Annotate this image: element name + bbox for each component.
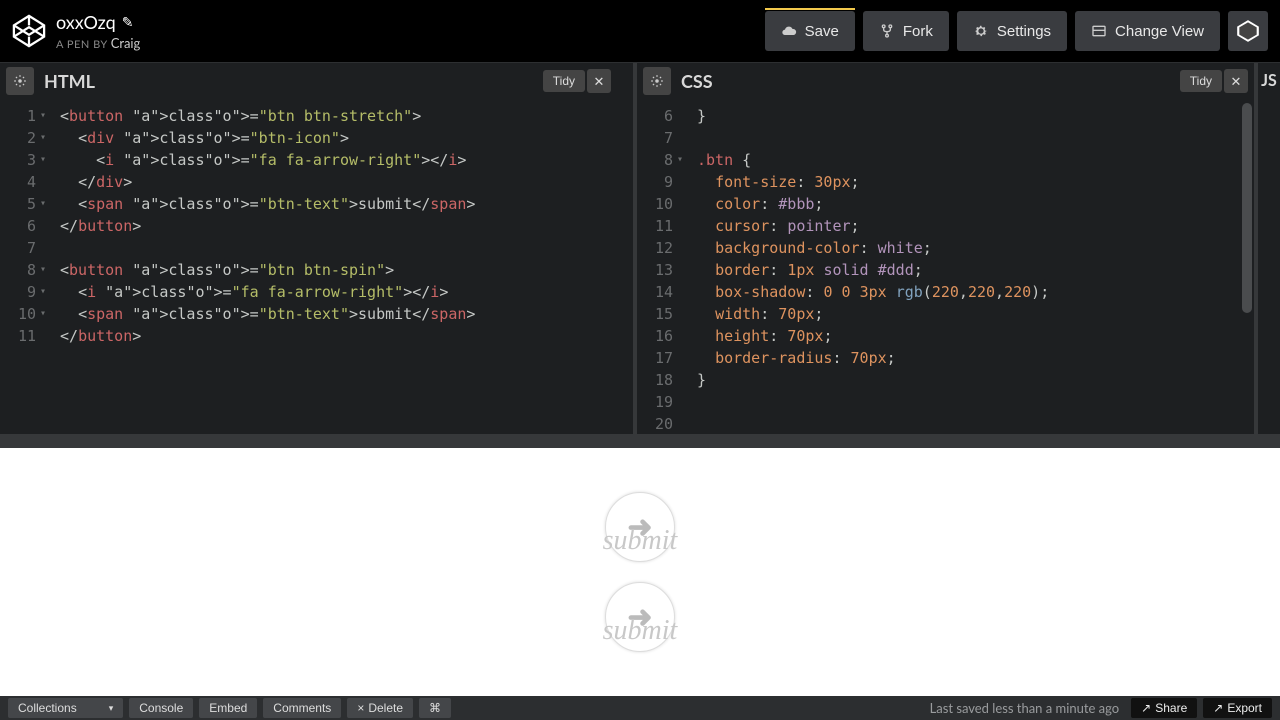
preview-button-label: submit xyxy=(603,525,678,557)
save-label: Save xyxy=(805,23,839,40)
preview-pane: ➜ submit ➜ submit xyxy=(0,448,1280,696)
settings-label: Settings xyxy=(997,23,1051,40)
pen-author[interactable]: Craig xyxy=(111,35,141,51)
css-scrollbar[interactable] xyxy=(1242,103,1252,428)
chevron-down-icon: ▾ xyxy=(109,703,114,714)
shortcuts-button[interactable]: ⌘ xyxy=(419,698,451,718)
css-pane-header: CSS Tidy ✕ xyxy=(637,63,1254,99)
css-pane-title: CSS xyxy=(681,70,713,92)
collections-label: Collections xyxy=(18,701,77,715)
preview-button-stretch[interactable]: ➜ submit xyxy=(605,492,675,562)
layout-icon xyxy=(1091,23,1107,39)
embed-button[interactable]: Embed xyxy=(199,698,257,718)
preview-button-spin[interactable]: ➜ submit xyxy=(605,582,675,652)
pen-byline: A PEN BY Craig xyxy=(56,35,140,51)
html-gutter: 1234567891011 xyxy=(0,99,42,434)
cloud-icon xyxy=(781,23,797,39)
css-close-button[interactable]: ✕ xyxy=(1224,69,1248,93)
change-view-button[interactable]: Change View xyxy=(1075,11,1220,51)
profile-avatar[interactable] xyxy=(1228,11,1268,51)
fork-button[interactable]: Fork xyxy=(863,11,949,51)
save-status: Last saved less than a minute ago xyxy=(930,700,1120,716)
pen-title: oxxOzq xyxy=(56,11,116,33)
share-label: Share xyxy=(1155,701,1187,715)
css-gutter: 67891011121314151617181920 xyxy=(637,99,679,434)
delete-label: Delete xyxy=(368,701,403,715)
console-button[interactable]: Console xyxy=(129,698,193,718)
editor-row: HTML Tidy ✕ 1234567891011 <button "a">cl… xyxy=(0,62,1280,434)
change-view-label: Change View xyxy=(1115,23,1204,40)
collections-button[interactable]: Collections ▾ xyxy=(8,698,123,718)
html-pane: HTML Tidy ✕ 1234567891011 <button "a">cl… xyxy=(0,63,617,434)
css-settings-button[interactable] xyxy=(643,67,671,95)
codepen-logo[interactable] xyxy=(12,14,46,48)
html-tidy-button[interactable]: Tidy xyxy=(543,70,585,92)
preview-button-label: submit xyxy=(603,615,678,647)
html-code-lines[interactable]: <button "a">class"o">="btn btn-stretch">… xyxy=(42,99,617,434)
html-editor[interactable]: 1234567891011 <button "a">class"o">="btn… xyxy=(0,99,617,434)
vertical-resize-handle[interactable] xyxy=(0,434,1280,448)
js-pane-collapsed[interactable]: JS xyxy=(1254,63,1280,434)
edit-title-icon[interactable]: ✎ xyxy=(122,13,134,31)
fork-icon xyxy=(879,23,895,39)
export-label: Export xyxy=(1227,701,1262,715)
html-pane-header: HTML Tidy ✕ xyxy=(0,63,617,99)
css-editor[interactable]: 67891011121314151617181920 } .btn { font… xyxy=(637,99,1254,434)
js-pane-title: JS xyxy=(1261,71,1277,90)
delete-button[interactable]: × Delete xyxy=(347,698,413,718)
settings-button[interactable]: Settings xyxy=(957,11,1067,51)
comments-button[interactable]: Comments xyxy=(263,698,341,718)
pen-title-block: oxxOzq ✎ A PEN BY Craig xyxy=(56,11,140,51)
html-pane-title: HTML xyxy=(44,70,95,92)
save-button[interactable]: Save xyxy=(765,11,855,51)
html-settings-button[interactable] xyxy=(6,67,34,95)
footer-bar: Collections ▾ Console Embed Comments × De… xyxy=(0,696,1280,720)
css-code-lines[interactable]: } .btn { font-size: 30px; color: #bbb; c… xyxy=(679,99,1254,434)
css-tidy-button[interactable]: Tidy xyxy=(1180,70,1222,92)
html-close-button[interactable]: ✕ xyxy=(587,69,611,93)
export-button[interactable]: ↗ Export xyxy=(1203,698,1272,718)
css-pane: CSS Tidy ✕ 67891011121314151617181920 } … xyxy=(633,63,1254,434)
fork-label: Fork xyxy=(903,23,933,40)
app-header: oxxOzq ✎ A PEN BY Craig Save Fork Settin… xyxy=(0,0,1280,62)
share-button[interactable]: ↗ Share xyxy=(1131,698,1197,718)
byline-prefix: A PEN BY xyxy=(56,38,107,51)
gear-icon xyxy=(973,23,989,39)
